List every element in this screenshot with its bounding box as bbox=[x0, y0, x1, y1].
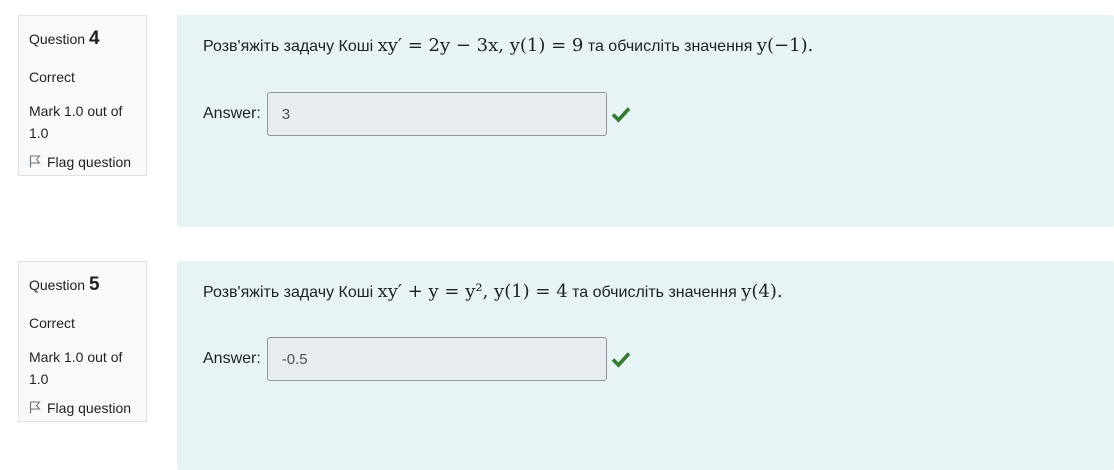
flag-question-label: Flag question bbox=[47, 399, 132, 416]
question-state: Correct bbox=[29, 314, 75, 331]
question-content-5: Розв'яжіть задачу Коші xy′ + y = y², y(1… bbox=[177, 261, 1114, 470]
question-content-4: Розв'яжіть задачу Коші xy′ = 2y − 3x, y(… bbox=[177, 15, 1114, 227]
question-text-prefix: Розв'яжіть задачу Коші bbox=[203, 38, 374, 55]
answer-row: Answer: 3 bbox=[203, 92, 631, 136]
answer-input[interactable]: -0.5 bbox=[266, 337, 607, 381]
answer-row: Answer: -0.5 bbox=[203, 337, 631, 381]
question-text-prefix: Розв'яжіть задачу Коші bbox=[203, 284, 374, 301]
check-icon bbox=[611, 107, 631, 123]
question-info-4: Question 4 Correct Mark 1.0 out of 1.0 F… bbox=[18, 15, 147, 176]
question-grade: Mark 1.0 out of 1.0 bbox=[29, 102, 123, 141]
question-info-5: Question 5 Correct Mark 1.0 out of 1.0 F… bbox=[18, 261, 147, 422]
question-text-mid: та обчисліть значення bbox=[587, 38, 753, 55]
check-icon bbox=[611, 352, 631, 368]
flag-question-link[interactable]: Flag question bbox=[29, 400, 146, 416]
question-state: Correct bbox=[29, 68, 75, 85]
answer-label: Answer: bbox=[203, 350, 261, 367]
question-number: Question 4 bbox=[29, 26, 146, 53]
question-text: Розв'яжіть задачу Коші xy′ = 2y − 3x, y(… bbox=[203, 35, 813, 56]
question-target: y(−1). bbox=[756, 35, 814, 56]
flag-question-label: Flag question bbox=[47, 153, 132, 170]
question-number: Question 5 bbox=[29, 272, 146, 299]
question-text: Розв'яжіть задачу Коші xy′ + y = y², y(1… bbox=[203, 281, 783, 302]
flag-icon bbox=[29, 155, 41, 168]
answer-input[interactable]: 3 bbox=[266, 92, 607, 136]
question-label: Question bbox=[29, 277, 86, 293]
question-number-value: 5 bbox=[88, 274, 100, 295]
question-label: Question bbox=[29, 31, 86, 47]
question-equation: xy′ + y = y², y(1) = 4 bbox=[377, 281, 568, 302]
question-target: y(4). bbox=[741, 281, 783, 302]
question-number-value: 4 bbox=[88, 28, 100, 49]
question-text-mid: та обчисліть значення bbox=[572, 284, 737, 301]
question-equation: xy′ = 2y − 3x, y(1) = 9 bbox=[377, 35, 584, 56]
answer-label: Answer: bbox=[203, 105, 261, 122]
question-grade: Mark 1.0 out of 1.0 bbox=[29, 348, 123, 387]
flag-question-link[interactable]: Flag question bbox=[29, 154, 146, 170]
flag-icon bbox=[29, 401, 41, 414]
